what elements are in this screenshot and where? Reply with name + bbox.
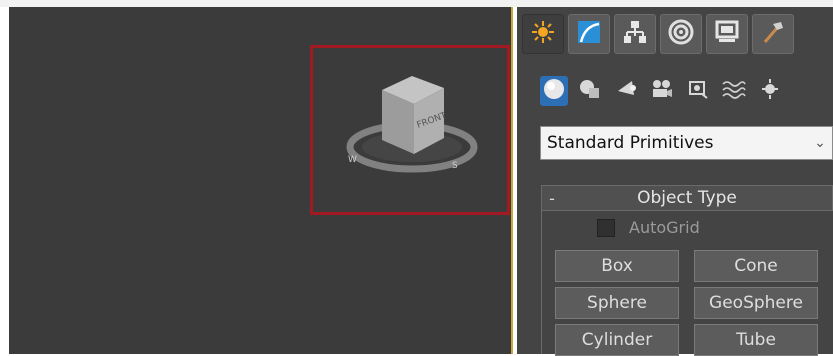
rollout-collapse-toggle[interactable]: - — [542, 189, 562, 208]
tab-motion[interactable] — [660, 14, 702, 54]
category-geometry[interactable] — [540, 76, 568, 106]
object-type-rollout-header[interactable]: - Object Type — [541, 185, 833, 211]
category-space-warps[interactable] — [720, 76, 748, 106]
tab-utilities[interactable] — [752, 14, 794, 54]
category-lights[interactable] — [612, 76, 640, 106]
shapes-icon — [578, 77, 602, 105]
autogrid-option[interactable]: AutoGrid — [597, 218, 700, 237]
modify-icon — [575, 18, 603, 50]
tab-create[interactable] — [522, 14, 564, 54]
tab-modify[interactable] — [568, 14, 610, 54]
hierarchy-icon — [621, 18, 649, 50]
space-warps-icon — [721, 77, 747, 105]
tab-hierarchy[interactable] — [614, 14, 656, 54]
create-icon — [530, 19, 556, 49]
tube-button[interactable]: Tube — [694, 324, 818, 356]
autogrid-checkbox[interactable] — [597, 218, 615, 237]
cylinder-button[interactable]: Cylinder — [555, 324, 679, 356]
systems-icon — [760, 77, 780, 105]
geosphere-button[interactable]: GeoSphere — [694, 287, 818, 319]
motion-icon — [667, 18, 695, 50]
geometry-icon — [542, 77, 566, 105]
category-helpers[interactable] — [684, 76, 712, 106]
category-systems[interactable] — [756, 76, 784, 106]
dropdown-selected-value: Standard Primitives — [547, 133, 714, 153]
autogrid-label: AutoGrid — [629, 218, 700, 237]
tab-display[interactable] — [706, 14, 748, 54]
category-shapes[interactable] — [576, 76, 604, 106]
box-button[interactable]: Box — [555, 250, 679, 282]
create-sub-categories — [540, 76, 784, 106]
cameras-icon — [650, 77, 674, 105]
display-icon — [713, 18, 741, 50]
category-cameras[interactable] — [648, 76, 676, 106]
helpers-icon — [686, 77, 710, 105]
sphere-button[interactable]: Sphere — [555, 287, 679, 319]
title-strip — [0, 0, 833, 7]
rollout-title: Object Type — [637, 188, 737, 208]
viewcube-highlight-box — [310, 45, 510, 215]
command-panel-tabs — [522, 14, 794, 56]
lights-icon — [614, 77, 638, 105]
primitive-category-dropdown[interactable]: Standard Primitives ⌄ — [540, 126, 833, 160]
utilities-icon — [759, 18, 787, 50]
cone-button[interactable]: Cone — [694, 250, 818, 282]
chevron-down-icon: ⌄ — [814, 135, 826, 151]
